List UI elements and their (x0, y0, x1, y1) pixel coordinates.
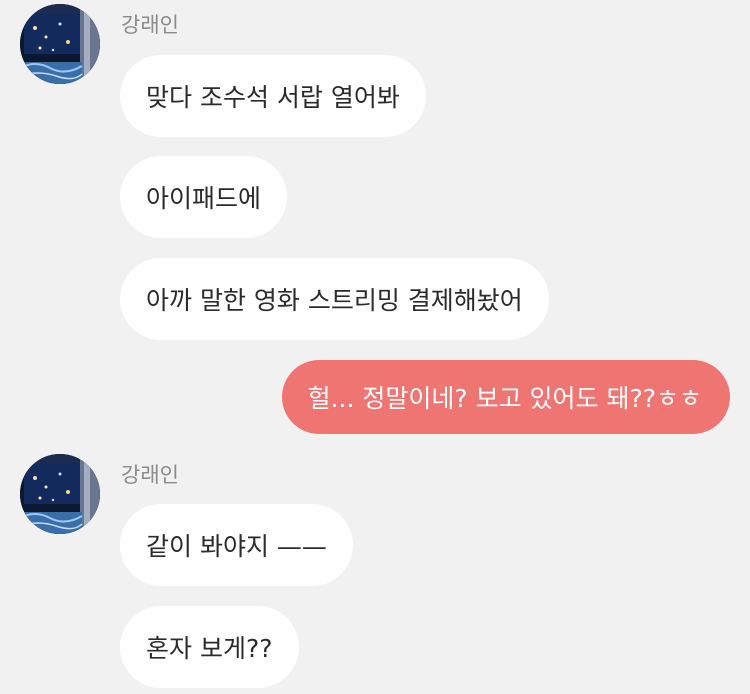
night-window-photo-icon (20, 4, 100, 84)
avatar[interactable] (20, 454, 100, 534)
message-bubble[interactable]: 아까 말한 영화 스트리밍 결제해놨어 (120, 258, 549, 340)
message-text: 혼자 보게?? (146, 634, 273, 663)
avatar[interactable] (20, 4, 100, 84)
message-text: 아까 말한 영화 스트리밍 결제해놨어 (146, 286, 523, 315)
message-text: 같이 봐야지 —— (146, 532, 327, 561)
message-text: 맞다 조수석 서랍 열어봐 (146, 83, 400, 112)
sender-name: 강래인 (121, 463, 179, 487)
sender-name: 강래인 (121, 13, 179, 37)
outgoing-message-bubble[interactable]: 헐... 정말이네? 보고 있어도 돼??ㅎㅎ (281, 360, 730, 434)
message-bubble[interactable]: 혼자 보게?? (120, 606, 299, 688)
message-bubble[interactable]: 아이패드에 (120, 156, 288, 238)
message-bubble[interactable]: 같이 봐야지 —— (120, 504, 353, 586)
message-bubble[interactable]: 맞다 조수석 서랍 열어봐 (120, 55, 426, 137)
message-text: 헐... 정말이네? 보고 있어도 돼??ㅎㅎ (307, 384, 702, 413)
night-window-photo-icon (20, 454, 100, 534)
message-text: 아이패드에 (146, 184, 262, 213)
